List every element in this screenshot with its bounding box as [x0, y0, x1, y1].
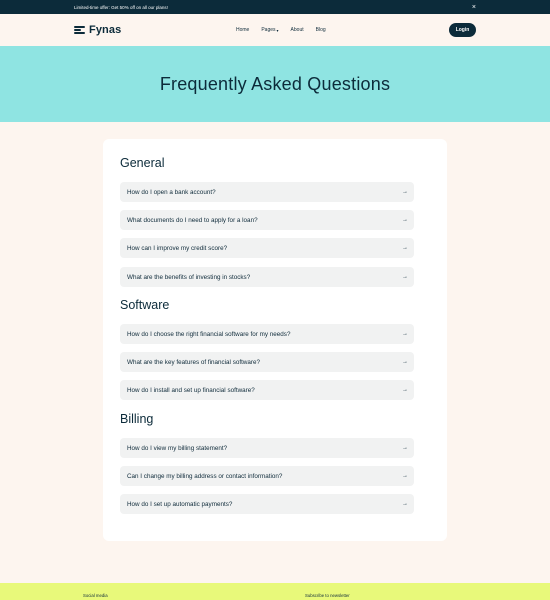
- faq-card: General How do I open a bank account? → …: [103, 139, 447, 541]
- announcement-text: Limited-time offer: Get 50% off on all o…: [74, 4, 168, 10]
- faq-question: What are the key features of financial s…: [127, 358, 261, 366]
- arrow-right-icon: →: [402, 217, 408, 223]
- footer-social-heading: Social media: [83, 593, 108, 598]
- footer: Social media Subscribe to newsletter: [0, 583, 550, 600]
- close-icon[interactable]: ×: [472, 0, 476, 14]
- arrow-right-icon: →: [402, 189, 408, 195]
- arrow-right-icon: →: [402, 473, 408, 479]
- nav-menu: Home Pages ▾ About Blog: [236, 14, 326, 46]
- logo-text: Fynas: [89, 24, 122, 36]
- arrow-right-icon: →: [402, 359, 408, 365]
- faq-item[interactable]: How can I improve my credit score? →: [120, 238, 414, 258]
- footer-newsletter-heading: Subscribe to newsletter: [305, 593, 350, 598]
- arrow-right-icon: →: [402, 445, 408, 451]
- faq-item[interactable]: How do I view my billing statement? →: [120, 438, 414, 458]
- announcement-bar: Limited-time offer: Get 50% off on all o…: [0, 0, 550, 14]
- logo[interactable]: Fynas: [74, 24, 121, 36]
- faq-question: What documents do I need to apply for a …: [127, 216, 258, 224]
- section-title-software: Software: [120, 298, 170, 312]
- arrow-right-icon: →: [402, 387, 408, 393]
- faq-question: How can I improve my credit score?: [127, 244, 228, 252]
- faq-question: How do I view my billing statement?: [127, 444, 228, 452]
- login-button[interactable]: Login: [449, 23, 476, 37]
- arrow-right-icon: →: [402, 245, 408, 251]
- hero-banner: Frequently Asked Questions: [0, 46, 550, 122]
- nav-about[interactable]: About: [291, 27, 304, 33]
- faq-item[interactable]: How do I open a bank account? →: [120, 182, 414, 202]
- arrow-right-icon: →: [402, 331, 408, 337]
- faq-question: What are the benefits of investing in st…: [127, 273, 251, 281]
- faq-question: How do I install and set up financial so…: [127, 386, 255, 394]
- nav-pages-label: Pages: [261, 27, 276, 33]
- chevron-down-icon: ▾: [276, 27, 279, 33]
- arrow-right-icon: →: [402, 274, 408, 280]
- faq-question: How do I open a bank account?: [127, 188, 216, 196]
- faq-item[interactable]: How do I set up automatic payments? →: [120, 494, 414, 514]
- faq-item[interactable]: Can I change my billing address or conta…: [120, 466, 414, 486]
- faq-item[interactable]: What documents do I need to apply for a …: [120, 210, 414, 230]
- nav-blog[interactable]: Blog: [316, 27, 326, 33]
- section-title-general: General: [120, 156, 165, 170]
- arrow-right-icon: →: [402, 501, 408, 507]
- faq-item[interactable]: How do I install and set up financial so…: [120, 380, 414, 400]
- section-title-billing: Billing: [120, 412, 154, 426]
- faq-question: Can I change my billing address or conta…: [127, 472, 283, 480]
- faq-question: How do I set up automatic payments?: [127, 500, 233, 508]
- faq-item[interactable]: What are the key features of financial s…: [120, 352, 414, 372]
- faq-item[interactable]: What are the benefits of investing in st…: [120, 267, 414, 287]
- faq-item[interactable]: How do I choose the right financial soft…: [120, 324, 414, 344]
- page-title: Frequently Asked Questions: [159, 73, 391, 94]
- navbar: Fynas Home Pages ▾ About Blog Login: [0, 14, 550, 46]
- nav-pages[interactable]: Pages ▾: [261, 27, 278, 33]
- faq-question: How do I choose the right financial soft…: [127, 330, 291, 338]
- logo-icon: [74, 26, 85, 34]
- nav-home[interactable]: Home: [236, 27, 249, 33]
